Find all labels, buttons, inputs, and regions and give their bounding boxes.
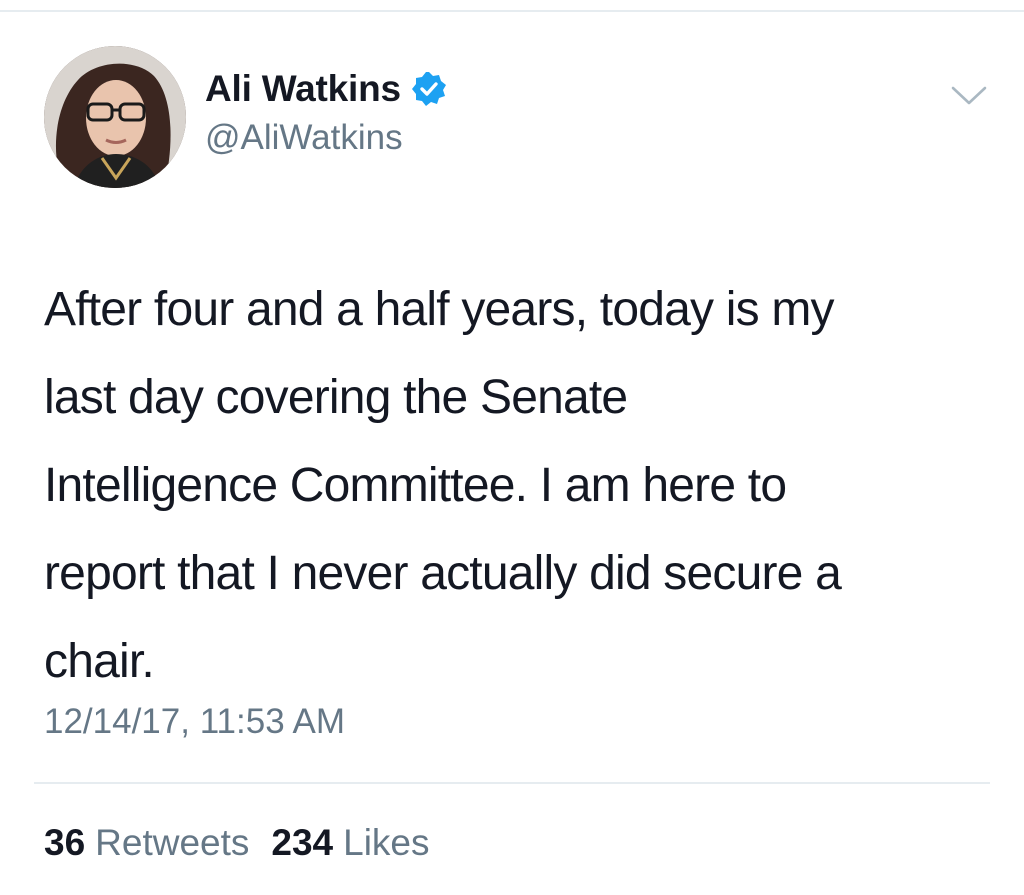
- tweet-text-line: report that I never actually did secure …: [44, 547, 842, 600]
- display-name[interactable]: Ali Watkins: [205, 68, 401, 110]
- avatar[interactable]: [44, 46, 186, 188]
- user-handle[interactable]: @AliWatkins: [205, 118, 403, 158]
- tweet-text-line: chair.: [44, 635, 155, 688]
- retweets-count: 36: [44, 822, 86, 863]
- tweet-stats: 36 Retweets 234 Likes: [44, 822, 430, 864]
- tweet-text-line: After four and a half years, today is my: [44, 283, 835, 336]
- retweets-stat[interactable]: 36 Retweets: [44, 822, 249, 864]
- retweets-label: Retweets: [95, 822, 250, 863]
- stats-divider: [34, 782, 990, 784]
- likes-label: Likes: [343, 822, 430, 863]
- likes-stat[interactable]: 234 Likes: [271, 822, 429, 864]
- chevron-down-icon[interactable]: [950, 84, 988, 108]
- tweet-detail: Ali Watkins @AliWatkins After four and a…: [0, 0, 1024, 895]
- tweet-text: After four and a half years, today is my…: [44, 266, 994, 706]
- name-row: Ali Watkins: [205, 66, 447, 112]
- likes-count: 234: [271, 822, 334, 863]
- tweet-text-line: last day covering the Senate: [44, 371, 628, 424]
- tweet-text-line: Intelligence Committee. I am here to: [44, 459, 787, 512]
- verified-badge-icon: [411, 71, 447, 107]
- profile-photo-icon: [44, 46, 186, 188]
- tweet-timestamp[interactable]: 12/14/17, 11:53 AM: [44, 702, 345, 742]
